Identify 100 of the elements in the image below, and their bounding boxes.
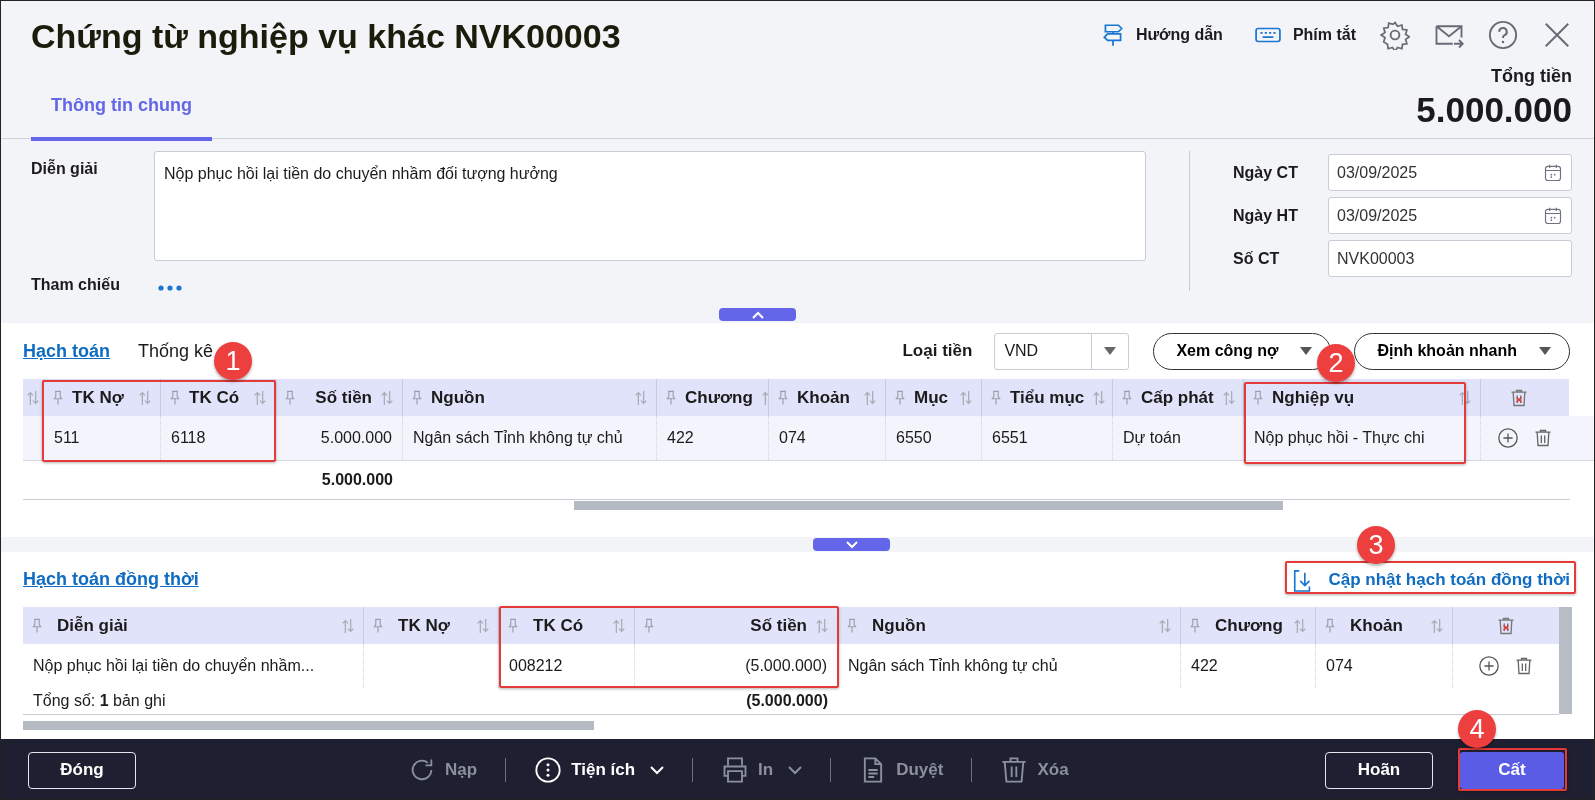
tab[interactable]: Thông tin chung <box>31 78 212 141</box>
total-cell-text: 5.000.000 <box>320 470 394 490</box>
table-cell: Nộp phục hồi - Thực chi <box>1244 416 1481 460</box>
column-header[interactable]: Mục <box>886 379 982 416</box>
total-label: Tổng tiền <box>1490 65 1572 88</box>
help-icon[interactable] <box>1488 20 1518 50</box>
section-link[interactable]: Hạch toán đồng thời <box>23 566 199 593</box>
field-label: Ngày CT <box>1233 162 1299 183</box>
close-icon[interactable] <box>1542 20 1572 50</box>
trash-icon[interactable] <box>1533 427 1553 449</box>
sort-icon <box>1092 389 1107 406</box>
sort-icon <box>26 389 40 406</box>
total-cell-text: (5.000.000) <box>745 691 829 711</box>
column-header[interactable]: Khoản <box>1316 607 1453 644</box>
dropdown-button[interactable]: Định khoản nhanh <box>1354 332 1570 370</box>
date-field[interactable]: 03/09/2025 <box>1328 154 1572 191</box>
sort-icon <box>1430 617 1444 634</box>
chevron-icon <box>845 540 858 549</box>
table-cell: Nộp phục hồi lại tiền do chuyển nhầm... <box>23 644 364 688</box>
column-header[interactable]: Nguồn <box>838 607 1181 644</box>
column-header[interactable]: Số tiền <box>276 379 403 416</box>
column-header[interactable]: Chương <box>1181 607 1316 644</box>
pin-icon <box>169 389 181 406</box>
column-header[interactable]: TK Có <box>499 607 635 644</box>
table-cell: 008212 <box>499 644 635 688</box>
postpone-button[interactable]: Hoãn <box>1325 751 1433 789</box>
save-button[interactable]: Cất <box>1460 751 1564 789</box>
column-header[interactable]: Khoản <box>769 379 886 416</box>
sort-icon <box>634 389 648 406</box>
column-header[interactable]: TK Có <box>161 379 276 416</box>
step-badge: 3 <box>1357 526 1395 564</box>
table-cell: 5.000.000 <box>276 416 403 460</box>
caret-icon <box>1104 347 1117 355</box>
add-icon[interactable] <box>1478 655 1500 677</box>
settings-icon[interactable] <box>1380 20 1410 50</box>
table-cell: 422 <box>1181 644 1316 688</box>
pin-icon <box>665 389 677 406</box>
table-cell: Ngân sách Tỉnh không tự chủ <box>403 416 657 460</box>
more-vertical-icon <box>534 756 563 784</box>
sort-icon <box>815 617 829 634</box>
pin-icon <box>846 617 858 634</box>
chevron-icon <box>650 765 665 775</box>
toolbar-button[interactable]: Tiện ích <box>534 756 665 784</box>
column-header[interactable]: Diễn giải <box>23 607 364 644</box>
trash-icon[interactable] <box>1514 655 1534 677</box>
sort-icon <box>380 389 394 406</box>
pin-icon <box>1324 617 1336 634</box>
add-icon[interactable] <box>1497 427 1519 449</box>
update-link[interactable]: Cập nhật hạch toán đồng thời <box>1292 566 1570 593</box>
field-label: Ngày HT <box>1233 205 1299 226</box>
scrollbar-thumb[interactable] <box>23 721 594 730</box>
scrollbar-thumb[interactable] <box>574 501 1283 510</box>
column-header[interactable]: TK Nợ <box>364 607 499 644</box>
field-label: Số CT <box>1233 248 1281 269</box>
table-cell: Ngân sách Tỉnh không tự chủ <box>838 644 1181 688</box>
pin-icon <box>372 617 384 634</box>
table-cell: 6550 <box>886 416 982 460</box>
shortcuts-button[interactable]: Phím tắt <box>1252 22 1356 48</box>
expand-handle[interactable] <box>813 538 890 551</box>
field-label: Diễn giải <box>31 158 99 179</box>
tab[interactable]: Hạch toán <box>23 337 110 365</box>
column-header[interactable]: Số tiền <box>635 607 838 644</box>
table-cell: 422 <box>657 416 769 460</box>
sort-icon <box>476 617 490 634</box>
window-title: Chứng từ nghiệp vụ khác NVK00003 <box>31 16 621 57</box>
field-label: Loại tiền <box>902 340 973 363</box>
column-header[interactable] <box>23 379 44 416</box>
table-cell: (5.000.000) <box>635 644 838 688</box>
table-cell: 511 <box>44 416 161 460</box>
column-header[interactable]: TK Nợ <box>44 379 161 416</box>
calendar-icon <box>1543 162 1563 183</box>
column-header[interactable]: Chương <box>657 379 769 416</box>
sort-icon <box>1158 617 1172 634</box>
table-cell: 074 <box>769 416 886 460</box>
guide-button[interactable]: Hướng dẫn <box>1099 22 1223 48</box>
pin-icon <box>1252 389 1264 406</box>
column-header[interactable]: Tiểu mục <box>982 379 1113 416</box>
table-cell: Dự toán <box>1113 416 1244 460</box>
tab[interactable]: Thống kê <box>138 337 214 365</box>
sort-icon <box>863 389 877 406</box>
pin-icon <box>777 389 789 406</box>
description-field[interactable]: Nộp phục hồi lại tiền do chuyển nhầm đối tượng hưởng <box>154 151 1146 261</box>
column-header[interactable]: Nghiệp vụ <box>1244 379 1481 416</box>
column-header[interactable]: Nguồn <box>403 379 657 416</box>
input-field[interactable]: NVK00003 <box>1328 240 1572 277</box>
date-field[interactable]: 03/09/2025 <box>1328 197 1572 234</box>
sort-icon <box>1293 617 1307 634</box>
record-count: Tổng số: 1 bản ghi <box>33 691 166 711</box>
close-button[interactable]: Đóng <box>28 751 136 789</box>
currency-select[interactable]: VND <box>994 332 1130 370</box>
total-amount: 5.000.000 <box>1415 90 1572 130</box>
scrollbar-track[interactable] <box>1559 607 1572 714</box>
pin-icon <box>1121 389 1133 406</box>
pin-icon <box>31 617 43 634</box>
column-header[interactable]: Cấp phát <box>1113 379 1244 416</box>
trash-icon <box>1000 756 1029 784</box>
sort-icon <box>959 389 973 406</box>
step-badge: 2 <box>1317 344 1355 382</box>
more-icon[interactable] <box>158 284 182 292</box>
collapse-handle[interactable] <box>719 308 796 321</box>
